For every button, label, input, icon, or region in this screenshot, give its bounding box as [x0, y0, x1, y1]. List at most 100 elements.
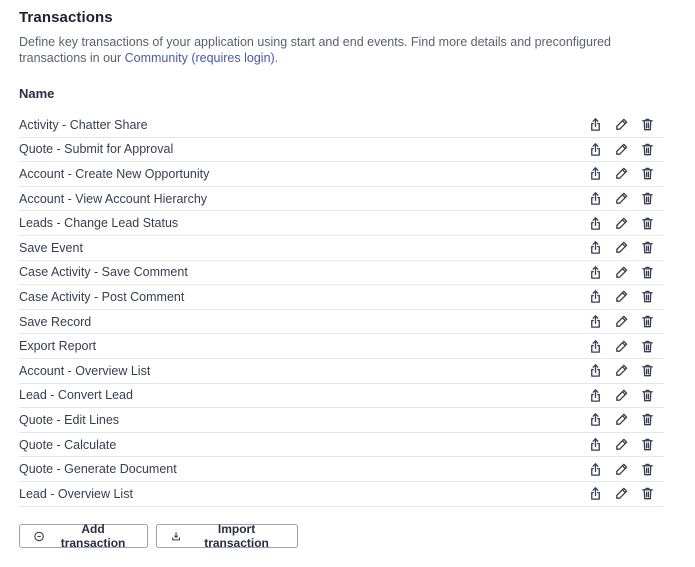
transaction-name: Quote - Generate Document — [19, 462, 177, 477]
row-actions — [587, 412, 655, 428]
delete-button[interactable] — [639, 314, 655, 330]
trash-icon — [641, 291, 653, 303]
edit-button[interactable] — [613, 486, 629, 502]
row-actions — [587, 363, 655, 379]
export-icon — [590, 389, 600, 402]
edit-button[interactable] — [613, 387, 629, 403]
delete-button[interactable] — [639, 363, 655, 379]
delete-button[interactable] — [639, 387, 655, 403]
action-buttons: Add transaction Import transaction — [19, 522, 298, 550]
import-transaction-button[interactable]: Import transaction — [156, 522, 298, 550]
row-actions — [587, 215, 655, 231]
edit-button[interactable] — [613, 141, 629, 157]
trash-icon — [641, 241, 653, 254]
plus-circle-icon — [34, 531, 44, 541]
edit-pencil-icon — [615, 340, 627, 352]
edit-pencil-icon — [615, 118, 627, 131]
import-icon — [172, 531, 180, 540]
add-transaction-button[interactable]: Add transaction — [19, 522, 148, 550]
edit-button[interactable] — [613, 338, 629, 354]
export-button[interactable] — [587, 141, 603, 157]
export-icon — [590, 438, 600, 451]
edit-button[interactable] — [613, 289, 629, 305]
row-actions — [587, 289, 655, 305]
transaction-name: Case Activity - Post Comment — [19, 289, 185, 304]
transaction-name: Quote - Submit for Approval — [19, 142, 174, 157]
table-row: Lead - Convert Lead — [19, 384, 664, 409]
delete-button[interactable] — [639, 240, 655, 256]
export-button[interactable] — [587, 264, 603, 280]
table-row: Export Report — [19, 334, 664, 359]
table-row: Save Event — [19, 236, 664, 261]
export-button[interactable] — [587, 461, 603, 477]
delete-button[interactable] — [639, 264, 655, 280]
edit-button[interactable] — [613, 191, 629, 207]
delete-button[interactable] — [639, 215, 655, 231]
delete-button[interactable] — [639, 437, 655, 453]
export-button[interactable] — [587, 117, 603, 133]
row-actions — [587, 141, 655, 157]
table-row: Quote - Calculate — [19, 433, 664, 458]
delete-button[interactable] — [639, 486, 655, 502]
edit-pencil-icon — [615, 414, 627, 426]
delete-button[interactable] — [639, 289, 655, 305]
transaction-name: Quote - Edit Lines — [19, 412, 120, 427]
edit-button[interactable] — [613, 166, 629, 182]
edit-button[interactable] — [613, 215, 629, 231]
community-link[interactable]: Community — [125, 51, 188, 65]
row-actions — [587, 240, 655, 256]
table-row: Activity - Chatter Share — [19, 113, 664, 138]
delete-button[interactable] — [639, 166, 655, 182]
table-row: Quote - Edit Lines — [19, 408, 664, 433]
export-icon — [590, 118, 600, 132]
export-button[interactable] — [587, 363, 603, 379]
table-row: Case Activity - Save Comment — [19, 261, 664, 286]
export-button[interactable] — [587, 437, 603, 453]
delete-button[interactable] — [639, 141, 655, 157]
delete-button[interactable] — [639, 338, 655, 354]
edit-button[interactable] — [613, 363, 629, 379]
add-transaction-label: Add transaction — [60, 522, 126, 550]
transaction-name: Quote - Calculate — [19, 437, 117, 452]
trash-icon — [641, 340, 653, 352]
row-actions — [587, 486, 655, 502]
edit-button[interactable] — [613, 412, 629, 428]
edit-pencil-icon — [615, 291, 627, 303]
edit-button[interactable] — [613, 461, 629, 477]
delete-button[interactable] — [639, 412, 655, 428]
export-button[interactable] — [587, 338, 603, 354]
edit-button[interactable] — [613, 314, 629, 330]
delete-button[interactable] — [639, 191, 655, 207]
transaction-name: Activity - Chatter Share — [19, 117, 148, 132]
edit-pencil-icon — [615, 315, 627, 327]
row-actions — [587, 437, 655, 453]
export-button[interactable] — [587, 166, 603, 182]
trash-icon — [641, 487, 653, 500]
delete-button[interactable] — [639, 461, 655, 477]
export-button[interactable] — [587, 289, 603, 305]
trash-icon — [641, 414, 653, 426]
edit-pencil-icon — [615, 364, 627, 377]
transaction-name: Account - Overview List — [19, 363, 151, 378]
export-button[interactable] — [587, 191, 603, 207]
export-button[interactable] — [587, 215, 603, 231]
row-actions — [587, 314, 655, 330]
export-button[interactable] — [587, 387, 603, 403]
edit-button[interactable] — [613, 264, 629, 280]
table-row: Account - Overview List — [19, 359, 664, 384]
export-button[interactable] — [587, 314, 603, 330]
delete-button[interactable] — [639, 117, 655, 133]
export-icon — [590, 241, 600, 255]
row-actions — [587, 387, 655, 403]
export-icon — [590, 266, 600, 279]
edit-button[interactable] — [613, 437, 629, 453]
edit-button[interactable] — [613, 240, 629, 256]
section-description: Define key transactions of your applicat… — [19, 34, 659, 66]
page-title: Transactions — [19, 9, 113, 26]
edit-button[interactable] — [613, 117, 629, 133]
export-icon — [590, 216, 600, 230]
export-button[interactable] — [587, 412, 603, 428]
export-button[interactable] — [587, 486, 603, 502]
export-button[interactable] — [587, 240, 603, 256]
trash-icon — [641, 315, 653, 328]
